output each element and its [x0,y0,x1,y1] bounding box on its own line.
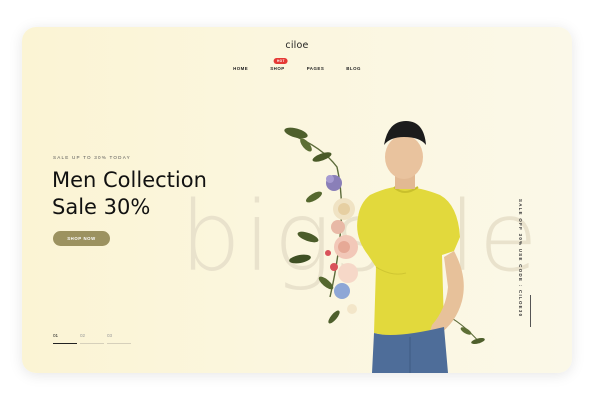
nav-shop[interactable]: SHOP HOT [270,58,288,71]
site-logo[interactable]: ciloe [22,40,572,51]
slider-pager: 01 02 03 [53,333,134,344]
hero-title-line2: Sale 30% [52,195,151,219]
main-nav: HOME SHOP HOT PAGES BLOG [22,58,572,71]
coupon-side-text: SALE OFF 30% USE CODE : CILOE30 [518,199,523,318]
model-with-flowers-image [284,121,485,373]
page-frame: ciloe HOME SHOP HOT PAGES BLOG bigsale [22,27,572,373]
promo-eyebrow: SALE UP TO 30% TODAY [53,155,131,160]
pager-item-01[interactable]: 01 [53,333,77,344]
hero-title-line1: Men Collection [52,168,207,192]
shop-now-button[interactable]: SHOP NOW [53,231,110,246]
nav-blog[interactable]: BLOG [346,66,361,71]
pager-item-02[interactable]: 02 [80,333,104,344]
nav-home[interactable]: HOME [233,66,248,71]
hero-title: Men Collection Sale 30% [52,167,207,221]
nav-shop-label: SHOP [270,66,285,71]
pager-item-03[interactable]: 03 [107,333,131,344]
hot-badge: HOT [274,58,288,64]
side-divider [530,295,531,327]
nav-pages[interactable]: PAGES [307,66,325,71]
